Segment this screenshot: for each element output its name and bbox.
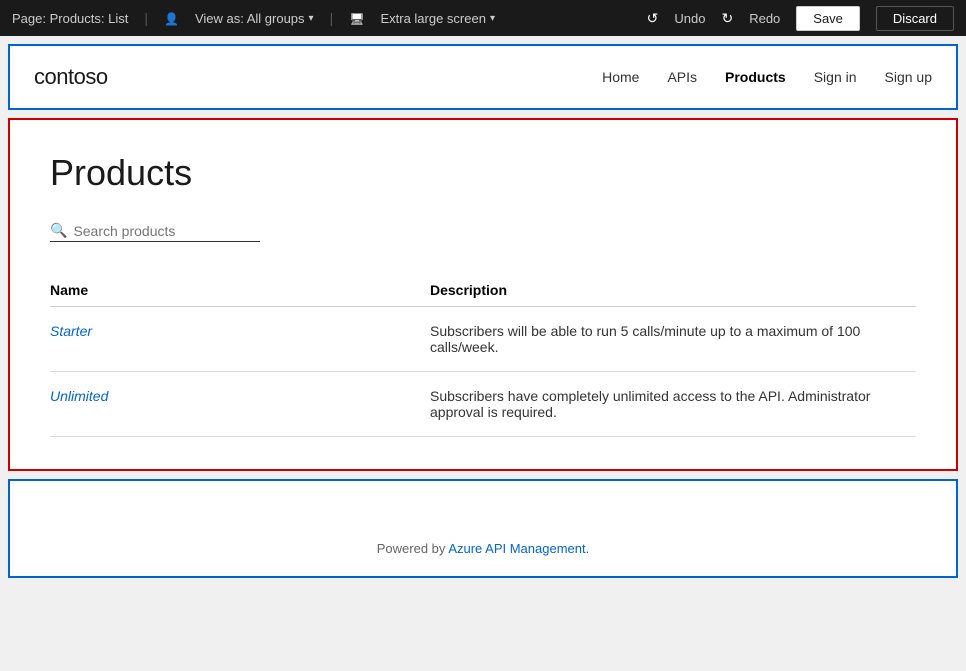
site-nav: Home APIs Products Sign in Sign up — [602, 69, 932, 85]
redo-button[interactable]: Redo — [749, 11, 780, 26]
view-as-selector[interactable]: View as: All groups — [195, 11, 314, 26]
nav-products[interactable]: Products — [725, 69, 786, 85]
search-input[interactable] — [73, 223, 253, 239]
product-description-cell: Subscribers will be able to run 5 calls/… — [430, 307, 916, 372]
footer-text: Powered by Azure API Management. — [34, 541, 932, 556]
product-name-cell: Unlimited — [50, 372, 430, 437]
col-header-name: Name — [50, 274, 430, 307]
footer-link[interactable]: Azure API Management. — [448, 541, 589, 556]
footer-section: Powered by Azure API Management. — [8, 479, 958, 578]
screen-selector[interactable]: Extra large screen — [380, 11, 495, 26]
undo-icon — [647, 10, 659, 27]
undo-button[interactable]: Undo — [674, 11, 705, 26]
product-name-link[interactable]: Starter — [50, 323, 92, 339]
col-header-description: Description — [430, 274, 916, 307]
site-header: contoso Home APIs Products Sign in Sign … — [10, 46, 956, 108]
page-title: Products — [50, 152, 916, 194]
toolbar-separator: | — [144, 10, 148, 26]
products-table: Name Description Starter Subscribers will… — [50, 274, 916, 437]
redo-icon — [721, 10, 733, 27]
nav-sign-up[interactable]: Sign up — [885, 69, 932, 85]
monitor-icon — [349, 10, 364, 26]
table-row: Starter Subscribers will be able to run 5… — [50, 307, 916, 372]
footer-powered-by: Powered by — [377, 541, 449, 556]
toolbar-separator2: | — [330, 10, 334, 26]
product-name-link[interactable]: Unlimited — [50, 388, 108, 404]
nav-apis[interactable]: APIs — [667, 69, 697, 85]
site-logo: contoso — [34, 64, 108, 90]
header-section: contoso Home APIs Products Sign in Sign … — [8, 44, 958, 110]
product-description-cell: Subscribers have completely unlimited ac… — [430, 372, 916, 437]
page-label: Page: Products: List — [12, 11, 128, 26]
person-icon — [164, 10, 179, 26]
product-name-cell: Starter — [50, 307, 430, 372]
discard-button[interactable]: Discard — [876, 6, 954, 31]
page-wrapper: contoso Home APIs Products Sign in Sign … — [0, 36, 966, 586]
nav-sign-in[interactable]: Sign in — [814, 69, 857, 85]
body-section: Products 🔍 Name Description Starter Subsc… — [8, 118, 958, 471]
save-button[interactable]: Save — [796, 6, 860, 31]
search-container: 🔍 — [50, 222, 260, 242]
table-row: Unlimited Subscribers have completely unl… — [50, 372, 916, 437]
search-icon: 🔍 — [50, 222, 67, 239]
nav-home[interactable]: Home — [602, 69, 639, 85]
toolbar: Page: Products: List | View as: All grou… — [0, 0, 966, 36]
